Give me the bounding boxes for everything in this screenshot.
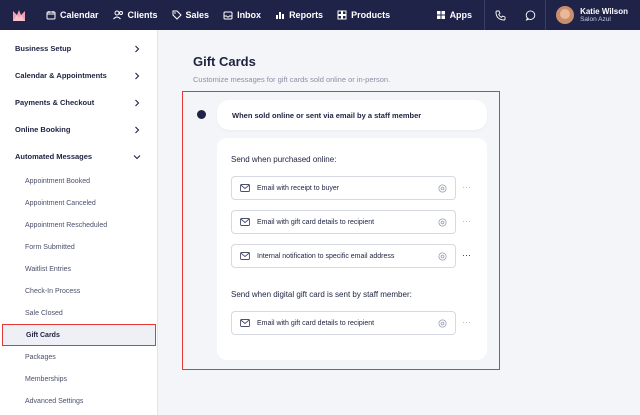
- sidebar-item-form-submitted[interactable]: Form Submitted: [0, 236, 157, 258]
- nav-calendar[interactable]: Calendar: [46, 0, 99, 30]
- sidebar-item-appointment-canceled[interactable]: Appointment Canceled: [0, 192, 157, 214]
- sidebar-item-label: Advanced Settings: [25, 397, 84, 405]
- page-title: Gift Cards: [193, 54, 256, 69]
- calendar-icon: [46, 11, 56, 20]
- message-row-details-to-recipient[interactable]: Email with gift card details to recipien…: [231, 210, 456, 234]
- nav-inbox[interactable]: Inbox: [223, 0, 261, 30]
- sidebar-item-label: Form Submitted: [25, 243, 75, 251]
- nav-reports[interactable]: Reports: [275, 0, 323, 30]
- gear-icon[interactable]: [438, 218, 447, 227]
- chevron-right-icon: [133, 45, 141, 53]
- apps-grid-icon: [436, 11, 445, 19]
- sidebar-item-label: Packages: [25, 353, 56, 361]
- products-icon: [337, 10, 347, 20]
- nav-sales[interactable]: Sales: [172, 0, 210, 30]
- sidebar-item-label: Memberships: [25, 375, 68, 383]
- mail-icon: [240, 252, 250, 260]
- sidebar-item-label: Appointment Rescheduled: [25, 221, 108, 229]
- more-options-icon[interactable]: ···: [462, 183, 471, 192]
- nav-apps-label: Apps: [449, 10, 473, 20]
- chevron-right-icon: [133, 72, 141, 80]
- sidebar-item-label: Appointment Booked: [25, 177, 90, 185]
- sidebar-item-label: Appointment Canceled: [25, 199, 96, 207]
- sidebar-item-advanced-settings[interactable]: Advanced Settings: [0, 390, 157, 412]
- sidebar-section-label: Automated Messages: [15, 152, 93, 161]
- logo-icon[interactable]: [12, 8, 26, 22]
- sidebar-section-label: Payments & Checkout: [15, 98, 95, 107]
- chat-button[interactable]: [515, 0, 545, 30]
- user-name: Katie Wilson: [580, 6, 628, 16]
- sidebar-item-label: Gift Cards: [26, 331, 60, 339]
- gear-icon[interactable]: [438, 319, 447, 328]
- sidebar-section-calendar-appointments[interactable]: Calendar & Appointments: [0, 62, 157, 89]
- phone-button[interactable]: [485, 0, 515, 30]
- tag-icon: [172, 10, 182, 20]
- nav-products[interactable]: Products: [337, 0, 390, 30]
- chevron-right-icon: [133, 126, 141, 134]
- gear-icon[interactable]: [438, 184, 447, 193]
- sidebar-item-label: Sale Closed: [25, 309, 63, 317]
- user-menu[interactable]: Katie Wilson Salon Azul: [546, 6, 640, 24]
- messages-card: Send when purchased online: Email with r…: [217, 138, 487, 360]
- message-label: Email with gift card details to recipien…: [257, 319, 375, 327]
- avatar: [556, 6, 575, 24]
- nav-sales-label: Sales: [185, 10, 210, 20]
- more-options-icon[interactable]: ···: [462, 318, 471, 327]
- sidebar-section-online-booking[interactable]: Online Booking: [0, 116, 157, 143]
- gear-icon[interactable]: [438, 252, 447, 261]
- user-business: Salon Azul: [580, 15, 611, 23]
- group-label-purchased-online: Send when purchased online:: [231, 155, 337, 164]
- option-online-or-staff[interactable]: When sold online or sent via email by a …: [217, 100, 487, 130]
- sidebar-section-payments-checkout[interactable]: Payments & Checkout: [0, 89, 157, 116]
- sidebar-item-packages[interactable]: Packages: [0, 346, 157, 368]
- inbox-icon: [223, 11, 233, 20]
- main-content: Gift Cards Customize messages for gift c…: [158, 30, 640, 415]
- nav-products-label: Products: [351, 10, 391, 20]
- message-row-staff-details-to-recipient[interactable]: Email with gift card details to recipien…: [231, 311, 456, 335]
- sidebar-section-label: Calendar & Appointments: [15, 71, 107, 80]
- sidebar-item-waitlist-entries[interactable]: Waitlist Entries: [0, 258, 157, 280]
- nav-apps[interactable]: Apps: [436, 0, 473, 30]
- message-label: Email with receipt to buyer: [257, 184, 340, 192]
- sidebar-item-gift-cards[interactable]: Gift Cards: [2, 324, 156, 346]
- radio-selected-icon[interactable]: [197, 110, 206, 119]
- sidebar-item-appointment-rescheduled[interactable]: Appointment Rescheduled: [0, 214, 157, 236]
- option-label: When sold online or sent via email by a …: [232, 110, 422, 120]
- nav-inbox-label: Inbox: [237, 10, 262, 20]
- phone-icon: [495, 10, 506, 20]
- sidebar-section-automated-messages[interactable]: Automated Messages: [0, 143, 157, 170]
- nav-clients[interactable]: Clients: [112, 0, 158, 30]
- sidebar-section-label: Online Booking: [15, 125, 71, 134]
- sidebar-item-check-in-process[interactable]: Check-In Process: [0, 280, 157, 302]
- message-label: Email with gift card details to recipien…: [257, 218, 375, 226]
- nav-right: Apps Katie Wilson Salon Azul: [436, 0, 640, 30]
- chevron-right-icon: [133, 99, 141, 107]
- message-row-internal-notification[interactable]: Internal notification to specific email …: [231, 244, 456, 268]
- chevron-down-icon: [133, 153, 141, 161]
- mail-icon: [240, 184, 250, 192]
- message-row-receipt-to-buyer[interactable]: Email with receipt to buyer: [231, 176, 456, 200]
- sidebar-section-label: Business Setup: [15, 44, 72, 53]
- sidebar-item-appointment-booked[interactable]: Appointment Booked: [0, 170, 157, 192]
- sidebar-item-label: Waitlist Entries: [25, 265, 72, 273]
- settings-sidebar: Business Setup Calendar & Appointments P…: [0, 30, 158, 415]
- mail-icon: [240, 218, 250, 226]
- group-label-sent-by-staff: Send when digital gift card is sent by s…: [231, 290, 412, 299]
- more-options-icon[interactable]: ···: [462, 217, 471, 226]
- nav-clients-label: Clients: [127, 10, 158, 20]
- mail-icon: [240, 319, 250, 327]
- clients-icon: [112, 10, 123, 20]
- nav-reports-label: Reports: [289, 10, 324, 20]
- page-description: Customize messages for gift cards sold o…: [193, 75, 391, 84]
- chat-icon: [525, 9, 535, 21]
- top-nav: Calendar Clients Sales Inbox Reports Pro…: [0, 0, 640, 30]
- nav-calendar-label: Calendar: [60, 10, 99, 20]
- sidebar-item-memberships[interactable]: Memberships: [0, 368, 157, 390]
- reports-icon: [276, 12, 285, 19]
- more-options-icon[interactable]: ···: [462, 251, 471, 260]
- sidebar-item-label: Check-In Process: [25, 287, 81, 295]
- sidebar-section-business-setup[interactable]: Business Setup: [0, 35, 157, 62]
- message-label: Internal notification to specific email …: [257, 252, 395, 260]
- sidebar-item-sale-closed[interactable]: Sale Closed: [0, 302, 157, 324]
